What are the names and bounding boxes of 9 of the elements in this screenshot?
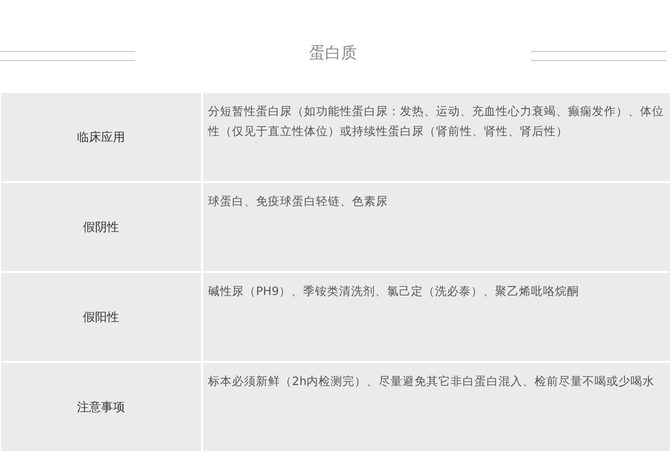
section-title: 蛋白质	[309, 43, 357, 64]
table-cell: 假阳性	[1, 273, 201, 361]
table-cell: 注意事项	[1, 363, 201, 451]
table-cell: 假阴性	[1, 183, 201, 271]
table-cell: 标本必须新鲜（2h内检测完）、尽量避免其它非白蛋白混入、检前尽量不喝或少喝水	[203, 363, 670, 451]
table-cell: 临床应用	[1, 93, 201, 181]
table-cell: 分短暂性蛋白尿（如功能性蛋白尿：发热、运动、充血性心力衰竭、癫痫发作）、体位性（仅见于直立性体位）或持续性蛋白尿（肾前性、肾性、肾后性）	[203, 93, 670, 181]
table-cell: 碱性尿（PH9）、季铵类清洗剂、氯己定（洗必泰）、聚乙烯吡咯烷酮	[203, 273, 670, 361]
table-cell: 球蛋白、免疫球蛋白轻链、色素尿	[203, 183, 670, 271]
